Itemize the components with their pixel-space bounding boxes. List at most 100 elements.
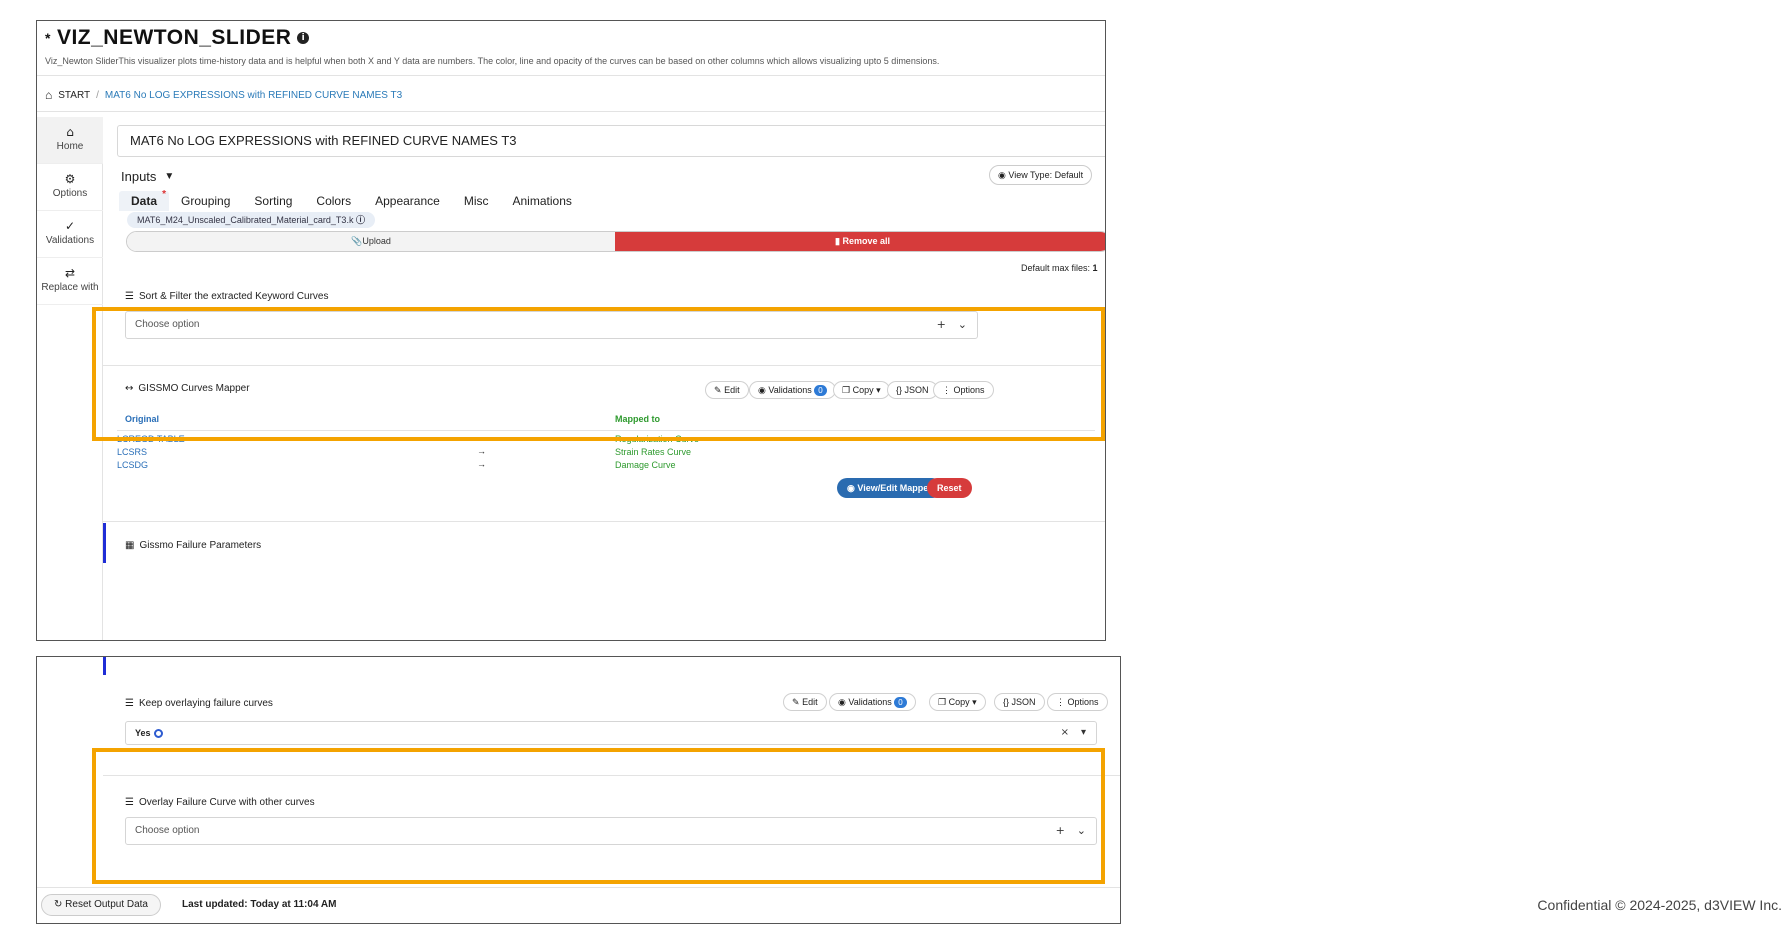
table-icon: ▦ [125, 540, 135, 551]
plus-icon[interactable]: + [937, 312, 946, 338]
arrow-right-icon: → [477, 433, 486, 443]
sidebar-item-options[interactable]: ⚙ Options [37, 164, 103, 211]
edit-icon: ✎ [714, 385, 722, 395]
list-icon: ☰ [125, 698, 134, 709]
upload-bar: 📎Upload ▮ Remove all [126, 231, 1105, 252]
sidebar-item-label: Replace with [41, 282, 99, 293]
select-placeholder: Choose option [135, 825, 200, 836]
tab-label: Grouping [181, 194, 231, 208]
arrows-icon: ↔ [125, 383, 134, 394]
radio-icon [153, 728, 163, 738]
tab-data[interactable]: Data * [119, 189, 170, 211]
sidebar-item-home[interactable]: ⌂ Home [37, 117, 103, 164]
selected-tag: Yes [135, 722, 163, 744]
validations-badge: 0 [894, 697, 907, 708]
sidebar-item-label: Validations [45, 235, 95, 246]
chevron-down-icon[interactable]: ⌄ [1077, 818, 1086, 844]
remove-all-label: Remove all [842, 236, 890, 246]
divider [37, 111, 1105, 112]
required-marker: * [162, 189, 167, 200]
sidebar-item-label: Options [52, 188, 88, 199]
options-button[interactable]: ⋮ Options [1047, 693, 1108, 711]
max-files-info: Default max files: 1 [1021, 263, 1098, 273]
info-icon[interactable]: i [297, 32, 310, 44]
sidebar-item-validations[interactable]: ✓ Validations [37, 211, 103, 258]
breadcrumb-current[interactable]: MAT6 No LOG EXPRESSIONS with REFINED CUR… [105, 90, 402, 101]
active-section-bar [103, 523, 106, 563]
last-updated: Last updated: Today at 11:04 AM [182, 899, 337, 910]
keep-overlay-select[interactable]: Yes × ▾ [125, 721, 1097, 745]
input-tabs: Data * Grouping Sorting Colors Appearance… [119, 189, 584, 211]
eye-icon: ◉ [998, 170, 1006, 180]
json-button[interactable]: {} JSON [887, 381, 938, 399]
info-icon: ⓘ [355, 215, 365, 225]
clear-icon[interactable]: × [1061, 722, 1069, 744]
tab-appearance[interactable]: Appearance [363, 191, 452, 211]
page-subtitle: Viz_Newton SliderThis visualizer plots t… [45, 56, 940, 66]
reset-label: Reset [937, 483, 962, 493]
remove-all-button[interactable]: ▮ Remove all [615, 232, 1105, 251]
keep-overlay-label: Keep overlaying failure curves [138, 698, 273, 709]
left-sidebar: ⌂ Home ⚙ Options ✓ Validations ⇄ Replace… [37, 117, 103, 640]
tab-animations[interactable]: Animations [501, 191, 584, 211]
overlay-failure-select[interactable]: Choose option + ⌄ [125, 817, 1097, 845]
gissmo-params-heading[interactable]: ▦ Gissmo Failure Parameters [125, 540, 261, 551]
confidential-footer: Confidential © 2024-2025, d3VIEW Inc. [1537, 897, 1782, 913]
view-type-button[interactable]: ◉ View Type: Default [989, 165, 1093, 185]
validations-button[interactable]: ◉ Validations 0 [829, 693, 916, 711]
dropdown-icon[interactable]: ▾ [1081, 722, 1086, 744]
chevron-down-icon[interactable]: ⌄ [958, 312, 967, 338]
swap-icon: ⇄ [64, 266, 76, 280]
mapper-mapped[interactable]: Damage Curve [615, 460, 676, 470]
caret-down-icon: ▼ [164, 171, 175, 182]
circle-icon: ◉ [758, 385, 766, 395]
divider [37, 887, 1120, 888]
tab-label: Misc [463, 194, 489, 208]
sidebar-item-label: Home [56, 141, 84, 152]
validations-button[interactable]: ◉ Validations 0 [749, 381, 836, 399]
copy-icon: ❐ [842, 385, 851, 395]
mapper-original[interactable]: LCSDG [117, 460, 148, 470]
max-files-value: 1 [1092, 263, 1098, 273]
mapper-mapped[interactable]: Strain Rates Curve [615, 447, 691, 457]
circle-icon: ◉ [838, 697, 846, 707]
copy-button[interactable]: ❐ Copy ▾ [833, 381, 890, 399]
tab-misc[interactable]: Misc [452, 191, 501, 211]
modified-star-icon: * [45, 30, 51, 46]
tab-label: Colors [316, 194, 352, 208]
copy-label: Copy [948, 697, 970, 707]
copy-button[interactable]: ❐ Copy ▾ [929, 693, 986, 711]
reset-output-button[interactable]: ↻ Reset Output Data [41, 894, 161, 916]
max-files-label: Default max files: [1021, 263, 1091, 273]
json-button[interactable]: {} JSON [994, 693, 1045, 711]
upload-button[interactable]: 📎Upload [127, 232, 615, 251]
name-input[interactable]: MAT6 No LOG EXPRESSIONS with REFINED CUR… [117, 125, 1105, 157]
home-icon[interactable]: ⌂ [45, 88, 52, 102]
tab-label: Animations [512, 194, 572, 208]
edit-button[interactable]: ✎ Edit [705, 381, 749, 399]
upload-label: Upload [362, 236, 391, 246]
file-chip[interactable]: MAT6_M24_Unscaled_Calibrated_Material_ca… [127, 212, 375, 228]
mapper-original[interactable]: LCREGD TABLE [117, 434, 185, 444]
select-controls: + ⌄ [1056, 818, 1086, 844]
inputs-toggle[interactable]: Inputs ▼ [121, 169, 174, 184]
divider [37, 75, 1105, 76]
copy-label: Copy [852, 385, 874, 395]
reset-mapper-button[interactable]: Reset [927, 478, 972, 498]
tab-colors[interactable]: Colors [304, 191, 363, 211]
overlay-failure-label: Overlay Failure Curve with other curves [138, 797, 315, 808]
edit-button[interactable]: ✎ Edit [783, 693, 827, 711]
options-button[interactable]: ⋮ Options [933, 381, 994, 399]
sort-filter-select[interactable]: Choose option + ⌄ [125, 311, 978, 339]
sidebar-item-replace-with[interactable]: ⇄ Replace with [37, 258, 103, 305]
title-text: VIZ_NEWTON_SLIDER [56, 26, 292, 49]
mapper-col-mapped: Mapped to [615, 414, 660, 424]
mapper-mapped[interactable]: Regularization Curve [615, 434, 699, 444]
tab-sorting[interactable]: Sorting [242, 191, 304, 211]
mapper-original[interactable]: LCSRS [117, 447, 147, 457]
tab-grouping[interactable]: Grouping [169, 191, 242, 211]
gear-icon: ⚙ [64, 172, 76, 186]
home-icon: ⌂ [66, 125, 74, 139]
plus-icon[interactable]: + [1056, 818, 1065, 844]
breadcrumb-start[interactable]: START [58, 90, 90, 101]
